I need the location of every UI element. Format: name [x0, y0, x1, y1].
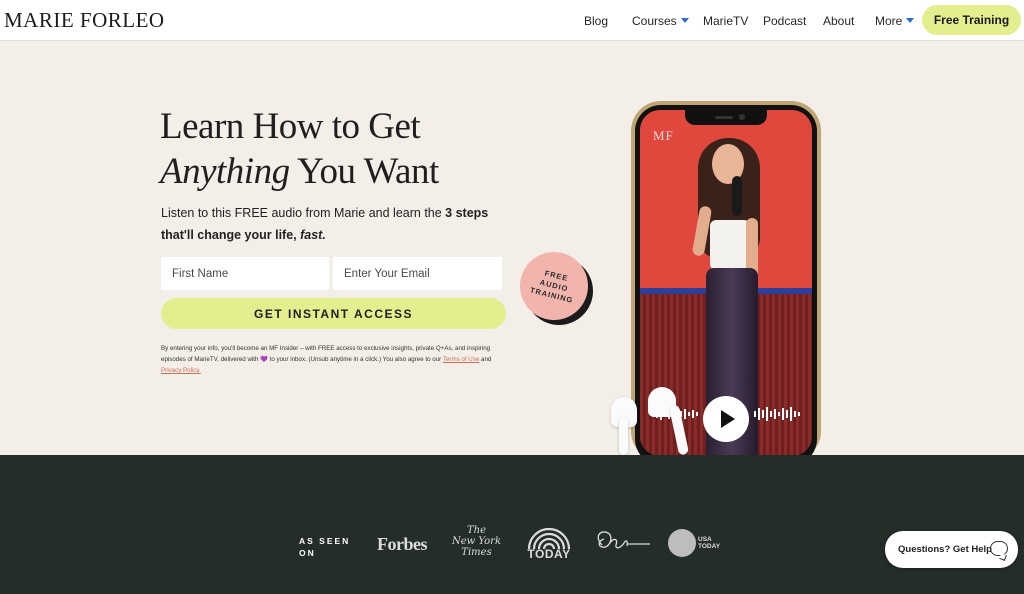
- chevron-down-icon: [680, 18, 689, 23]
- legal-disclaimer: By entering your info, you'll become an …: [161, 343, 509, 376]
- free-training-button[interactable]: Free Training: [922, 5, 1021, 35]
- airpod-stem-icon: [619, 417, 628, 455]
- phone-camera: [739, 114, 745, 120]
- legal-and: and: [479, 356, 492, 363]
- nav-about[interactable]: About: [823, 14, 854, 28]
- nyt-line-2: New York: [452, 536, 501, 547]
- today-sunrise-icon: [527, 527, 571, 550]
- mf-logo-mark: MF: [653, 128, 674, 143]
- subtext-italic: fast.: [300, 228, 326, 242]
- hero-section: Learn How to Get Anything You Want Liste…: [0, 41, 1024, 465]
- headline-line-2: Anything You Want: [160, 149, 439, 194]
- phone-speaker: [715, 116, 733, 119]
- email-input[interactable]: [333, 257, 502, 290]
- nav-more[interactable]: More: [875, 14, 915, 28]
- nav-more-label: More: [875, 14, 903, 28]
- usa-line-2: TODAY: [698, 543, 721, 550]
- chat-bubble-icon: [990, 541, 1008, 556]
- as-seen-on-label: AS SEEN ON: [299, 535, 350, 559]
- site-logo[interactable]: MARIE FORLEO: [4, 8, 165, 33]
- privacy-link[interactable]: Privacy Policy.: [161, 367, 201, 374]
- usa-today-logo: USA TODAY: [698, 536, 720, 550]
- nav-courses[interactable]: Courses: [632, 14, 689, 28]
- nav-blog[interactable]: Blog: [584, 14, 608, 28]
- usa-line-1: USA: [698, 536, 712, 543]
- subtext-plain: Listen to this FREE audio from Marie and…: [161, 206, 446, 220]
- heart-icon: 💜: [260, 356, 268, 363]
- phone-notch: [685, 110, 767, 125]
- microphone-icon: [732, 176, 742, 216]
- speaker-top: [710, 220, 750, 270]
- oprah-signature-logo: [597, 531, 650, 549]
- headline-rest: You Want: [289, 151, 439, 192]
- terms-link[interactable]: Terms of Use: [443, 356, 479, 363]
- get-instant-access-button[interactable]: GET INSTANT ACCESS: [161, 298, 506, 329]
- legal-text-b: to your inbox. (Unsub anytime in a click…: [267, 356, 443, 363]
- seen-line-1: AS SEEN: [299, 536, 351, 546]
- hero-headline: Learn How to Get Anything You Want: [160, 104, 439, 194]
- play-icon: [721, 410, 735, 428]
- today-logo: TODAY: [525, 525, 573, 561]
- nyt-logo: The New York Times: [452, 525, 501, 558]
- usa-today-circle-icon: [668, 529, 696, 557]
- site-header: MARIE FORLEO Blog Courses MarieTV Podcas…: [0, 0, 1024, 41]
- forbes-logo: Forbes: [377, 534, 428, 554]
- nav-courses-label: Courses: [632, 14, 677, 28]
- chevron-down-icon: [906, 18, 915, 23]
- help-chat-button[interactable]: Questions? Get Help: [885, 531, 1018, 568]
- seen-line-2: ON: [299, 548, 316, 558]
- headline-line-1: Learn How to Get: [160, 106, 421, 147]
- first-name-input[interactable]: [161, 257, 329, 290]
- nav-podcast[interactable]: Podcast: [763, 14, 806, 28]
- help-chat-label: Questions? Get Help: [898, 544, 992, 555]
- headline-italic: Anything: [160, 151, 290, 192]
- nyt-line-3: Times: [461, 547, 492, 558]
- nav-marietv[interactable]: MarieTV: [703, 14, 748, 28]
- today-label: TODAY: [527, 547, 571, 561]
- nyt-line-1: The: [466, 525, 487, 536]
- hero-subtext: Listen to this FREE audio from Marie and…: [161, 202, 501, 246]
- play-button[interactable]: [703, 396, 749, 442]
- press-footer: AS SEEN ON Forbes The New York Times TOD…: [0, 455, 1024, 594]
